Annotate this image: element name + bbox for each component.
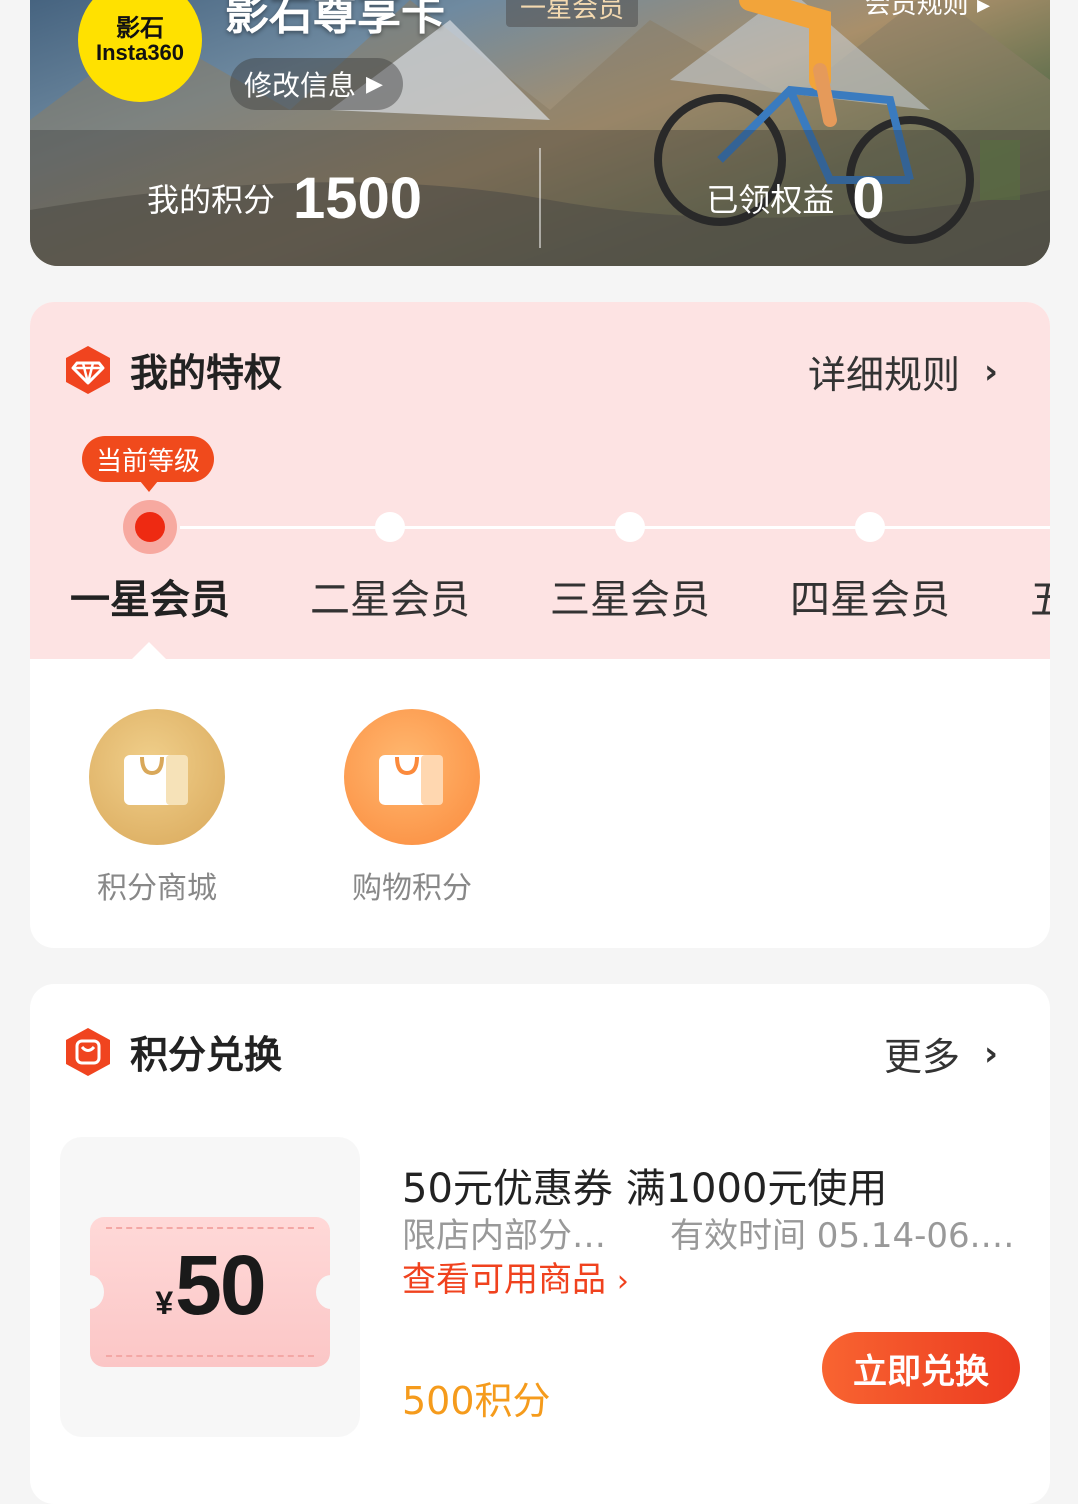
caret-right-icon: ▶: [366, 71, 383, 97]
view-eligible-products-link[interactable]: 查看可用商品 ›: [402, 1252, 629, 1301]
detailed-rules-link[interactable]: 详细规则 ›: [808, 344, 998, 399]
chevron-right-icon: ›: [983, 351, 998, 392]
privileges-title: 我的特权: [130, 351, 283, 395]
view-eligible-products-label: 查看可用商品: [402, 1260, 606, 1300]
member-rules-label: 会员规则: [864, 0, 969, 20]
points-exchange-card: 积分兑换 更多 › ¥50 50元优惠券 满1000元使用 限店内部分… 有效时…: [30, 984, 1050, 1504]
redeem-now-button[interactable]: 立即兑换: [822, 1332, 1020, 1404]
exchange-more-link[interactable]: 更多 ›: [884, 1026, 998, 1081]
diamond-icon: [66, 345, 110, 394]
logo-text-line1: 影石: [116, 13, 164, 42]
coupon-dash-bottom: [106, 1355, 314, 1357]
member-rules-link[interactable]: 会员规则 ▸: [865, 0, 990, 21]
exchange-more-label: 更多: [883, 1035, 960, 1079]
claimed-benefits-label: 已领权益: [706, 181, 835, 219]
level-dot-1[interactable]: [123, 500, 177, 554]
coupon-dash-top: [106, 1227, 314, 1229]
level-label-4[interactable]: 四星会员: [790, 567, 950, 625]
exchange-header: 积分兑换: [64, 1024, 282, 1079]
level-label-2[interactable]: 二星会员: [310, 567, 470, 625]
privileges-card: 我的特权 详细规则 › 当前等级 一星会员 二星会员 三星会员 四星会员 五星会…: [30, 302, 1050, 948]
points-mall-entry[interactable]: 积分商城: [72, 709, 242, 907]
coupon-amount: ¥50: [90, 1237, 330, 1334]
level-label-3[interactable]: 三星会员: [550, 567, 710, 625]
member-card: 影石 Insta360 影石尊享卡 一星会员 会员规则 ▸ 修改信息 ▶ 我的积…: [30, 0, 1050, 266]
currency-symbol: ¥: [155, 1285, 174, 1321]
shopping-points-label: 购物积分: [352, 871, 472, 906]
points-mall-label: 积分商城: [97, 871, 217, 906]
coupon-image: ¥50: [74, 1217, 346, 1367]
level-dot-4[interactable]: [855, 512, 885, 542]
coupon-amount-value: 50: [175, 1238, 266, 1332]
shopping-bag-icon: [344, 709, 480, 845]
claimed-benefits-stat[interactable]: 已领权益 0: [541, 165, 1050, 232]
ticket-icon: [66, 1027, 110, 1076]
logo-text-line2: Insta360: [95, 40, 185, 66]
my-points-value: 1500: [292, 165, 423, 231]
coupon-thumbnail[interactable]: ¥50: [60, 1137, 360, 1437]
level-dot-2[interactable]: [375, 512, 405, 542]
coupon-validity: 有效时间 05.14-06.…: [670, 1216, 1015, 1256]
my-points-stat[interactable]: 我的积分 1500: [30, 165, 539, 232]
member-stats-strip: 我的积分 1500 已领权益 0: [30, 130, 1050, 266]
level-dot-3[interactable]: [615, 512, 645, 542]
coupon-points-cost: 500积分: [402, 1379, 551, 1423]
edit-info-label: 修改信息: [244, 69, 357, 102]
current-level-badge: 当前等级: [82, 436, 215, 492]
chevron-right-icon: ›: [983, 1033, 998, 1074]
coupon-title[interactable]: 50元优惠券 满1000元使用: [402, 1156, 887, 1214]
privileges-header: 我的特权: [64, 342, 282, 397]
claimed-benefits-value: 0: [852, 165, 885, 231]
level-label-1[interactable]: 一星会员: [70, 567, 230, 625]
exchange-title: 积分兑换: [130, 1033, 283, 1077]
caret-right-icon: ▸: [976, 0, 990, 20]
detailed-rules-label: 详细规则: [807, 353, 960, 397]
chevron-right-icon: ›: [616, 1264, 629, 1299]
level-label-5[interactable]: 五星会员: [1030, 567, 1050, 625]
coupon-scope: 限店内部分…: [402, 1216, 606, 1256]
privileges-level-panel: 我的特权 详细规则 › 当前等级 一星会员 二星会员 三星会员 四星会员 五星会…: [30, 302, 1050, 659]
my-points-label: 我的积分: [146, 181, 275, 219]
edit-info-button[interactable]: 修改信息 ▶: [230, 58, 403, 110]
member-card-name: 影石尊享卡: [225, 0, 445, 40]
shopping-points-entry[interactable]: 购物积分: [327, 709, 497, 907]
shopping-bag-icon: [89, 709, 225, 845]
member-level-tag: 一星会员: [506, 0, 639, 27]
current-level-pointer: [132, 642, 166, 659]
